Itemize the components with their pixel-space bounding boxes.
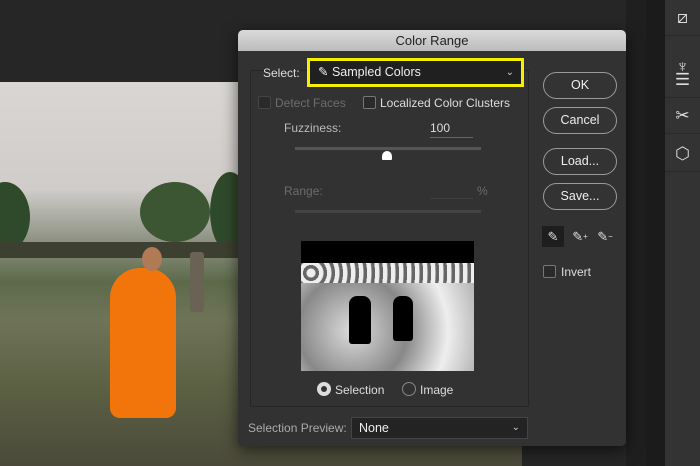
radio-selection[interactable]	[317, 382, 331, 396]
range-unit: %	[477, 184, 488, 198]
selection-preview-label: Selection Preview:	[248, 421, 347, 435]
fuzziness-input[interactable]: 100	[430, 121, 473, 138]
3d-cube-icon[interactable]: ⬡	[665, 136, 700, 172]
selection-preview-value: None	[359, 421, 389, 435]
radio-image[interactable]	[402, 382, 416, 396]
select-label: Select:	[263, 66, 300, 80]
select-dropdown[interactable]: ✎ Sampled Colors ⌄	[307, 58, 524, 87]
localized-clusters-checkbox[interactable]	[363, 96, 376, 109]
detect-faces-checkbox[interactable]	[258, 96, 271, 109]
arrange-icon[interactable]: ⧄	[665, 0, 700, 36]
load-button[interactable]: Load...	[543, 148, 617, 175]
invert-checkbox[interactable]	[543, 265, 556, 278]
chevron-down-icon: ⌄	[511, 422, 520, 433]
eyedropper-subtract-icon[interactable]: ✎ −	[594, 226, 616, 247]
fuzziness-slider-thumb[interactable]	[382, 151, 392, 160]
eyedropper-icon[interactable]: ✎	[542, 226, 564, 247]
adjustments-icon[interactable]: ☰	[665, 64, 700, 96]
range-input[interactable]	[430, 198, 473, 199]
cancel-button[interactable]: Cancel	[543, 107, 617, 134]
range-slider[interactable]	[295, 210, 481, 213]
select-value: Sampled Colors	[331, 65, 421, 79]
radio-image-label: Image	[420, 383, 454, 397]
selection-preview-dropdown[interactable]: None ⌄	[351, 417, 528, 439]
detect-faces-label: Detect Faces	[275, 96, 346, 110]
ok-button[interactable]: OK	[543, 72, 617, 99]
save-button[interactable]: Save...	[543, 183, 617, 210]
monk-figure	[110, 268, 176, 418]
color-range-dialog: Color Range Select: ✎ Sampled Colors ⌄ D…	[238, 30, 626, 446]
range-label: Range:	[284, 184, 323, 198]
invert-label: Invert	[561, 265, 592, 279]
selection-preview-image	[301, 241, 474, 371]
eyedropper-icon: ✎	[318, 65, 329, 79]
eyedropper-add-icon[interactable]: ✎ +	[569, 226, 591, 247]
radio-selection-label: Selection	[335, 383, 385, 397]
fuzziness-label: Fuzziness:	[284, 121, 342, 135]
tools-icon[interactable]: ✂	[665, 98, 700, 134]
chevron-down-icon: ⌄	[505, 67, 514, 78]
dialog-title: Color Range	[238, 30, 626, 51]
fuzziness-slider[interactable]	[295, 147, 481, 150]
localized-clusters-label: Localized Color Clusters	[380, 96, 511, 110]
